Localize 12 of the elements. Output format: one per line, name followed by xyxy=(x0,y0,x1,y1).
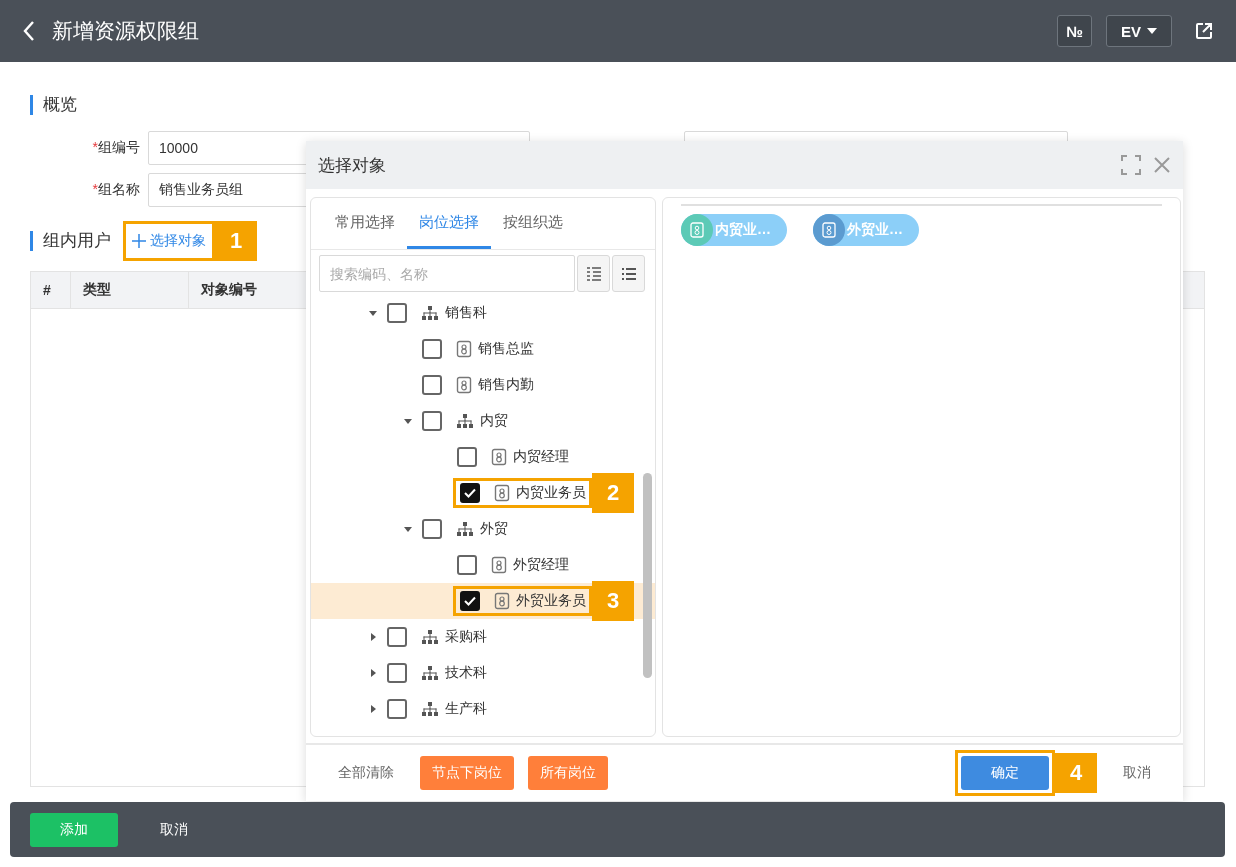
column-header: 类型 xyxy=(71,272,189,308)
section-title: 概览 xyxy=(30,95,1206,115)
page-title: 新增资源权限组 xyxy=(52,18,200,44)
field-label: *组名称 xyxy=(91,181,140,199)
callout-number: 2 xyxy=(592,473,634,513)
callout-number: 4 xyxy=(1055,753,1097,793)
field-label: *组编号 xyxy=(91,139,140,157)
callout-number: 3 xyxy=(592,581,634,621)
section-title: 组内用户 xyxy=(30,231,111,251)
callout-number: 1 xyxy=(215,221,257,261)
column-header: # xyxy=(31,272,71,308)
dialog-title: 选择对象 xyxy=(318,154,387,177)
